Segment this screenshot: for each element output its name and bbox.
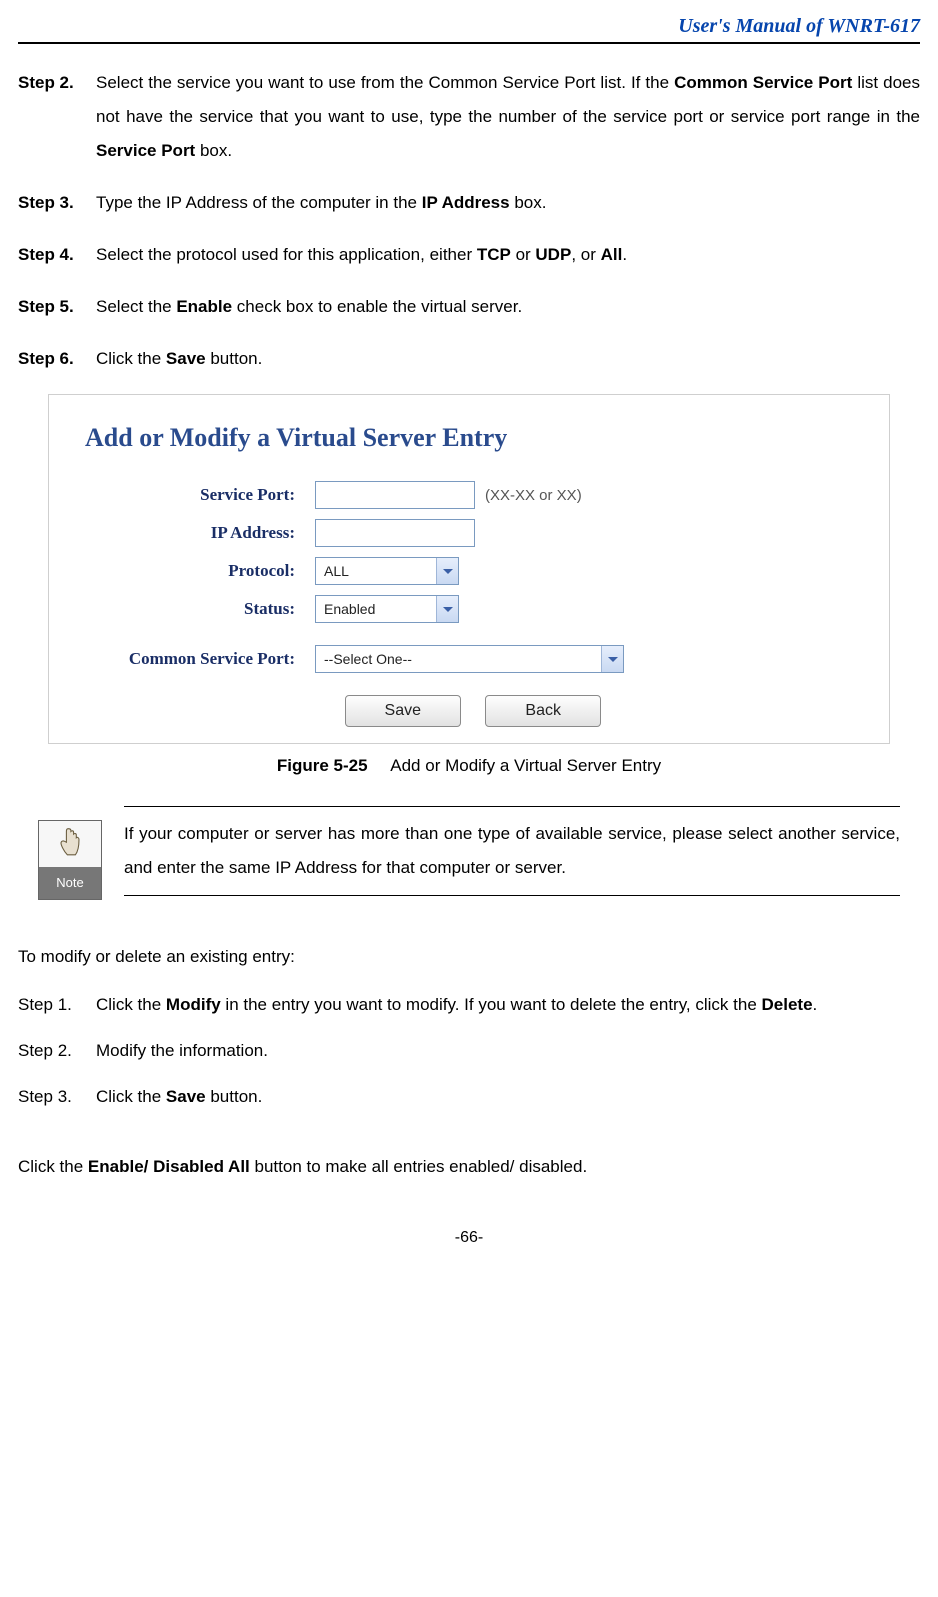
- chevron-down-icon: [436, 596, 458, 622]
- service-port-input[interactable]: [315, 481, 475, 509]
- form-row-common-service: Common Service Port: --Select One--: [85, 645, 861, 673]
- button-row: Save Back: [85, 695, 861, 727]
- modify-steps-list: Step 1. Click the Modify in the entry yo…: [18, 988, 920, 1114]
- modify-intro: To modify or delete an existing entry:: [18, 940, 920, 974]
- modify-step-body: Click the Save button.: [96, 1080, 920, 1114]
- form-row-service-port: Service Port: (XX-XX or XX): [85, 481, 861, 509]
- steps-list: Step 2. Select the service you want to u…: [18, 66, 920, 376]
- modify-step-label: Step 2.: [18, 1034, 96, 1068]
- status-select-value: Enabled: [316, 601, 436, 617]
- step-label: Step 5.: [18, 290, 96, 324]
- back-button[interactable]: Back: [485, 695, 601, 727]
- page-header-title: User's Manual of WNRT-617: [18, 15, 920, 44]
- step-body: Select the protocol used for this applic…: [96, 238, 920, 272]
- form-row-protocol: Protocol: ALL: [85, 557, 861, 585]
- figure-caption: Figure 5-25 Add or Modify a Virtual Serv…: [18, 756, 920, 776]
- pointing-hand-icon: [55, 826, 85, 862]
- status-select[interactable]: Enabled: [315, 595, 459, 623]
- form-row-ip-address: IP Address:: [85, 519, 861, 547]
- figure-heading: Add or Modify a Virtual Server Entry: [85, 423, 861, 453]
- step-label: Step 6.: [18, 342, 96, 376]
- modify-step-row: Step 3. Click the Save button.: [18, 1080, 920, 1114]
- step-body: Type the IP Address of the computer in t…: [96, 186, 920, 220]
- common-service-select[interactable]: --Select One--: [315, 645, 624, 673]
- step-row: Step 6. Click the Save button.: [18, 342, 920, 376]
- figure-screenshot: Add or Modify a Virtual Server Entry Ser…: [48, 394, 890, 744]
- save-button[interactable]: Save: [345, 695, 461, 727]
- modify-step-label: Step 1.: [18, 988, 96, 1022]
- chevron-down-icon: [601, 646, 623, 672]
- protocol-label: Protocol:: [85, 561, 315, 581]
- page-number: -66-: [18, 1229, 920, 1247]
- service-port-label: Service Port:: [85, 485, 315, 505]
- service-port-hint: (XX-XX or XX): [485, 487, 582, 504]
- protocol-select-value: ALL: [316, 563, 436, 579]
- modify-step-body: Modify the information.: [96, 1034, 920, 1068]
- step-label: Step 4.: [18, 238, 96, 272]
- note-icon: Note: [38, 820, 108, 900]
- protocol-select[interactable]: ALL: [315, 557, 459, 585]
- step-row: Step 2. Select the service you want to u…: [18, 66, 920, 168]
- modify-step-body: Click the Modify in the entry you want t…: [96, 988, 920, 1022]
- common-service-value: --Select One--: [316, 651, 601, 667]
- step-label: Step 3.: [18, 186, 96, 220]
- step-body: Select the Enable check box to enable th…: [96, 290, 920, 324]
- step-row: Step 4. Select the protocol used for thi…: [18, 238, 920, 272]
- note-callout: Note If your computer or server has more…: [38, 806, 900, 900]
- chevron-down-icon: [436, 558, 458, 584]
- ip-address-input[interactable]: [315, 519, 475, 547]
- modify-step-row: Step 2. Modify the information.: [18, 1034, 920, 1068]
- step-label: Step 2.: [18, 66, 96, 168]
- modify-step-label: Step 3.: [18, 1080, 96, 1114]
- note-badge-label: Note: [39, 867, 101, 899]
- trailing-paragraph: Click the Enable/ Disabled All button to…: [18, 1150, 920, 1184]
- step-body: Click the Save button.: [96, 342, 920, 376]
- modify-step-row: Step 1. Click the Modify in the entry yo…: [18, 988, 920, 1022]
- caption-text: Add or Modify a Virtual Server Entry: [390, 756, 661, 775]
- note-text: If your computer or server has more than…: [124, 806, 900, 896]
- step-row: Step 3. Type the IP Address of the compu…: [18, 186, 920, 220]
- status-label: Status:: [85, 599, 315, 619]
- common-service-label: Common Service Port:: [85, 649, 315, 669]
- caption-label: Figure 5-25: [277, 756, 368, 775]
- step-row: Step 5. Select the Enable check box to e…: [18, 290, 920, 324]
- step-body: Select the service you want to use from …: [96, 66, 920, 168]
- form-row-status: Status: Enabled: [85, 595, 861, 623]
- ip-address-label: IP Address:: [85, 523, 315, 543]
